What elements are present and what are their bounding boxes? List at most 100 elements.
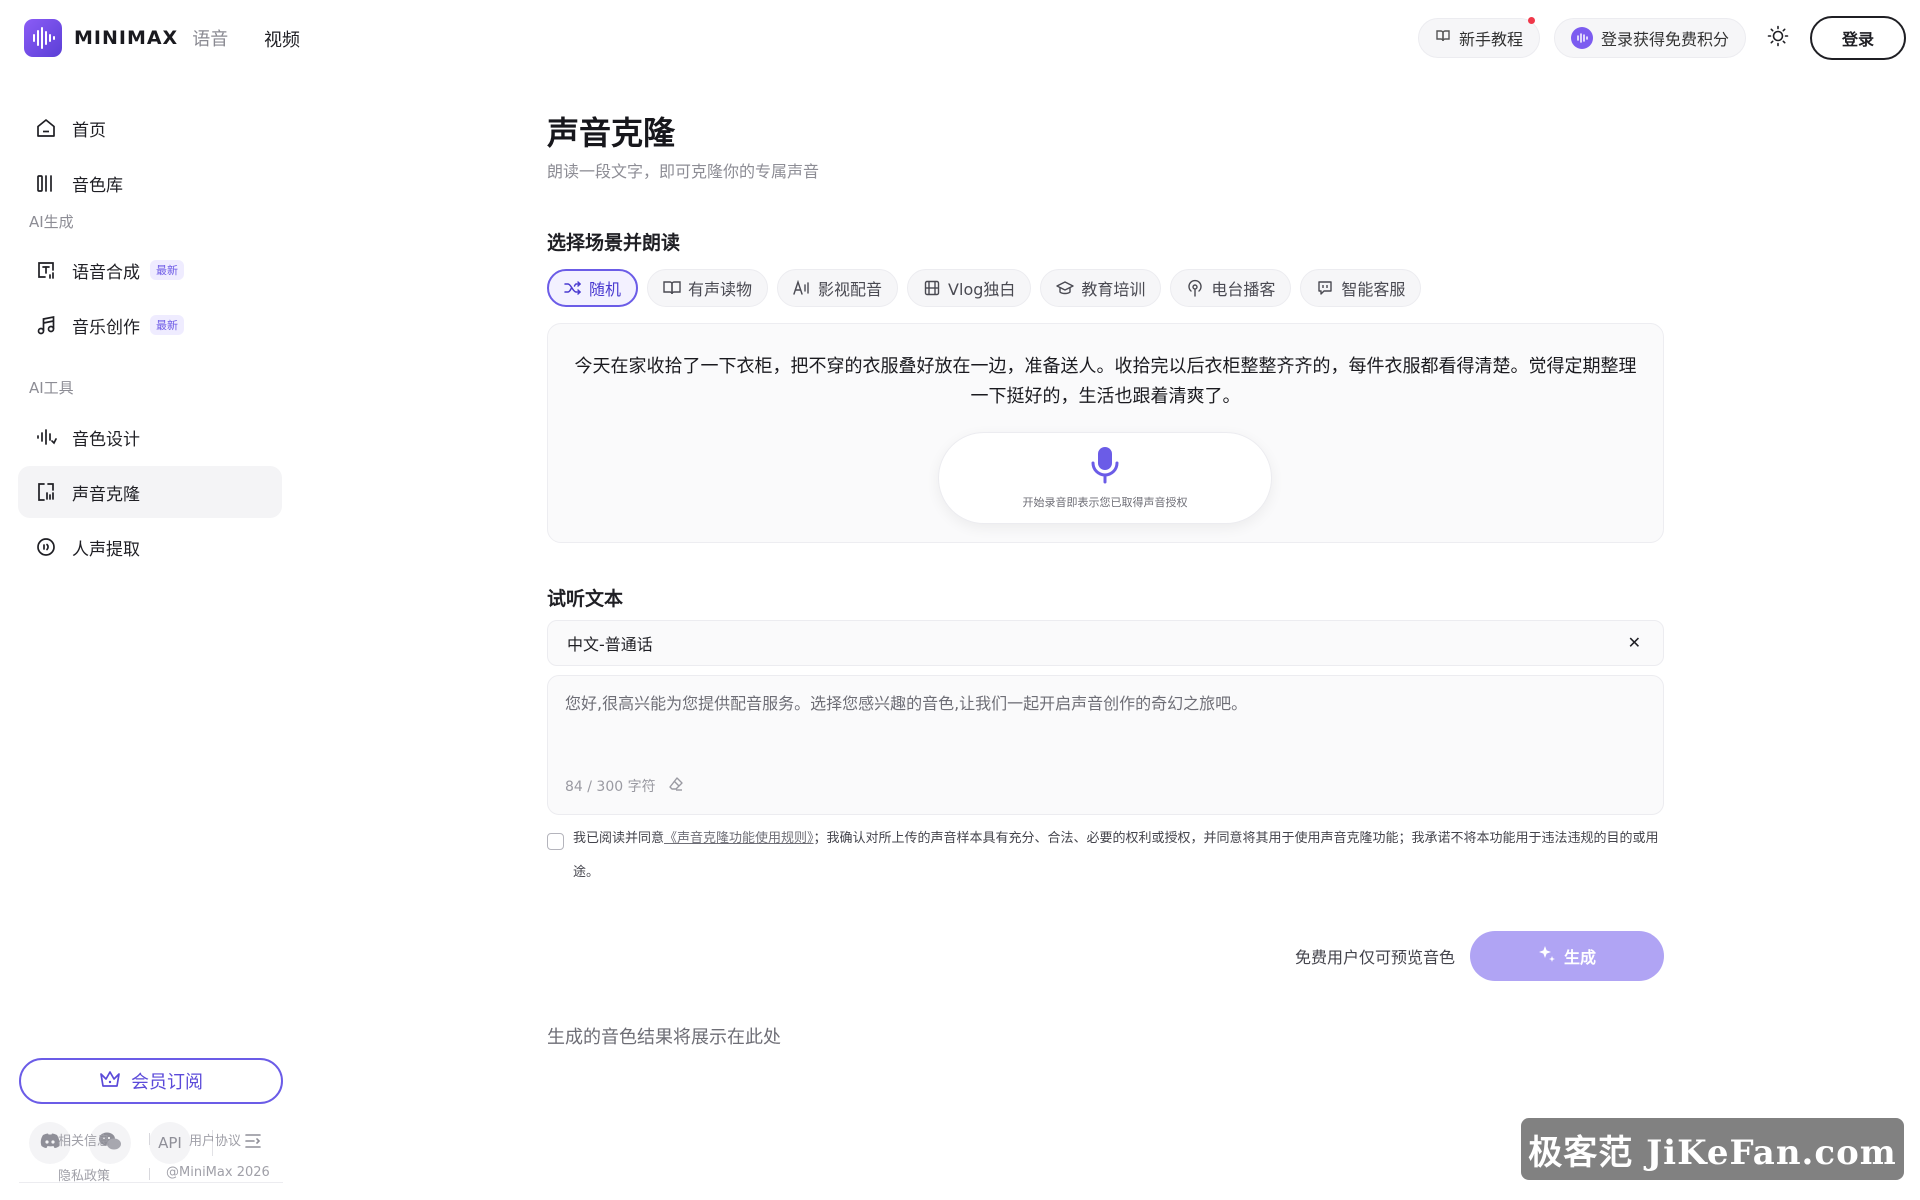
tutorial-button[interactable]: 新手教程 <box>1417 17 1540 58</box>
credits-button[interactable]: 登录获得免费积分 <box>1553 18 1746 58</box>
generate-button[interactable]: 生成 <box>1470 931 1664 981</box>
sun-icon <box>1767 25 1789 51</box>
subscribe-label: 会员订阅 <box>131 1072 203 1093</box>
page-title: 声音克隆 <box>547 114 676 152</box>
close-icon[interactable]: ✕ <box>1628 633 1641 652</box>
sidebar: 首页 音色库 AI生成 语音合成 最新 音乐创作 最新 AI工具 音色设计 声音… <box>0 78 300 1200</box>
voice-clone-icon <box>34 480 58 504</box>
language-value: 中文-普通话 <box>567 635 653 654</box>
tab-film-dubbing[interactable]: 影视配音 <box>777 269 899 307</box>
watermark: 极客范 JiKeFan.com <box>1521 1118 1904 1180</box>
sidebar-item-label: 音色库 <box>72 175 123 196</box>
tab-label: 智能客服 <box>1341 280 1406 299</box>
preview-text-area[interactable]: 您好,很高兴能为您提供配音服务。选择您感兴趣的音色,让我们一起开启声音创作的奇幻… <box>547 675 1664 815</box>
film-voice-icon <box>793 279 811 297</box>
sidebar-item-speech-synthesis[interactable]: 语音合成 最新 <box>18 244 282 296</box>
result-placeholder: 生成的音色结果将展示在此处 <box>547 1027 781 1048</box>
tab-label: 教育培训 <box>1081 280 1146 299</box>
nav-video[interactable]: 视频 <box>264 26 300 52</box>
top-bar: MINIMAX 语音 视频 新手教程 登录获得免费积分 登录 <box>0 0 1920 78</box>
sidebar-item-voice-clone[interactable]: 声音克隆 <box>18 466 282 518</box>
scene-tabs: 随机 有声读物 影视配音 Vlog独白 教育培训 电台播客 智能客服 <box>547 269 1422 307</box>
tab-audiobook[interactable]: 有声读物 <box>647 269 769 307</box>
notification-dot <box>1527 17 1535 24</box>
sidebar-item-voice-design[interactable]: 音色设计 <box>18 411 282 463</box>
footer-copyright: @MiniMax 2026 <box>166 1165 270 1180</box>
top-actions: 新手教程 登录获得免费积分 登录 <box>1417 16 1906 60</box>
new-badge: 最新 <box>150 260 184 280</box>
vocal-extract-icon <box>34 535 58 559</box>
language-select[interactable]: 中文-普通话 ✕ <box>547 620 1664 666</box>
sidebar-item-voice-library[interactable]: 音色库 <box>18 157 282 209</box>
book-icon <box>1435 28 1451 48</box>
theme-toggle[interactable] <box>1760 20 1796 56</box>
tab-vlog[interactable]: Vlog独白 <box>907 269 1032 307</box>
section-label-ai-gen: AI生成 <box>29 213 74 231</box>
sidebar-item-vocal-extract[interactable]: 人声提取 <box>18 521 282 573</box>
education-icon <box>1056 279 1075 297</box>
brand-name: MINIMAX <box>74 27 179 49</box>
api-button[interactable]: API <box>149 1122 191 1164</box>
tab-label: 有声读物 <box>688 280 753 299</box>
divider <box>149 1133 150 1145</box>
sidebar-item-label: 语音合成 <box>72 262 140 283</box>
credits-label: 登录获得免费积分 <box>1600 30 1729 49</box>
char-count: 84 / 300 字符 <box>565 779 656 795</box>
scene-section-title: 选择场景并朗读 <box>547 232 681 254</box>
sidebar-item-label: 音色设计 <box>72 429 140 450</box>
record-note: 开始录音即表示您已取得声音授权 <box>1022 496 1188 509</box>
footer-related-link[interactable]: 相关信息 <box>58 1130 110 1149</box>
tab-podcast[interactable]: 电台播客 <box>1170 269 1292 307</box>
tab-label: 影视配音 <box>818 280 883 299</box>
chat-icon <box>1316 279 1334 297</box>
preview-section-title: 试听文本 <box>547 588 624 610</box>
tab-label: 电台播客 <box>1211 280 1276 299</box>
subscribe-button[interactable]: 会员订阅 <box>19 1058 283 1104</box>
footer-terms-link[interactable]: 用户协议 <box>189 1130 241 1149</box>
logo-icon <box>24 19 62 57</box>
tab-label: Vlog独白 <box>948 280 1016 299</box>
generate-label: 生成 <box>1563 948 1596 967</box>
vlog-icon <box>923 279 941 297</box>
sidebar-item-label: 首页 <box>72 120 106 141</box>
tutorial-label: 新手教程 <box>1458 30 1523 49</box>
tab-customer-service[interactable]: 智能客服 <box>1300 269 1422 307</box>
tab-random[interactable]: 随机 <box>547 269 639 307</box>
section-label-ai-tools: AI工具 <box>29 379 74 397</box>
sidebar-item-music[interactable]: 音乐创作 最新 <box>18 299 282 351</box>
collapse-icon <box>243 1132 263 1154</box>
book-icon <box>663 279 681 297</box>
speech-synthesis-icon <box>34 258 58 282</box>
shuffle-icon <box>564 279 582 297</box>
sidebar-item-label: 音乐创作 <box>72 317 140 338</box>
page-subtitle: 朗读一段文字，即可克隆你的专属声音 <box>547 162 820 181</box>
sparkle-icon <box>1538 945 1556 967</box>
library-icon <box>34 171 58 195</box>
music-icon <box>34 313 58 337</box>
reading-text: 今天在家收拾了一下衣柜，把不穿的衣服叠好放在一边，准备送人。收拾完以后衣柜整整齐… <box>574 356 1637 407</box>
divider <box>149 1168 150 1180</box>
agree-prefix: 我已阅读并同意 <box>573 831 665 846</box>
tab-label: 随机 <box>589 280 622 299</box>
rules-link[interactable]: 《声音克隆功能使用规则》 <box>664 831 814 846</box>
record-button[interactable]: 开始录音即表示您已取得声音授权 <box>938 432 1272 524</box>
sidebar-item-label: 人声提取 <box>72 539 140 560</box>
agree-checkbox[interactable] <box>547 833 564 850</box>
logo[interactable]: MINIMAX 语音 <box>24 19 228 57</box>
voice-design-icon <box>34 425 58 449</box>
tab-education[interactable]: 教育培训 <box>1040 269 1162 307</box>
reading-card: 今天在家收拾了一下衣柜，把不穿的衣服叠好放在一边，准备送人。收拾完以后衣柜整整齐… <box>547 323 1664 543</box>
agreement-text: 我已阅读并同意《声音克隆功能使用规则》；我确认对所上传的声音样本具有充分、合法、… <box>573 822 1663 890</box>
credits-icon <box>1570 27 1593 49</box>
login-button[interactable]: 登录 <box>1810 16 1906 60</box>
microphone-icon <box>1090 446 1120 488</box>
preview-text: 您好,很高兴能为您提供配音服务。选择您感兴趣的音色,让我们一起开启声音创作的奇幻… <box>565 694 1248 713</box>
brand-sub[interactable]: 语音 <box>192 25 228 51</box>
sidebar-item-home[interactable]: 首页 <box>18 102 282 154</box>
home-icon <box>34 116 58 140</box>
new-badge: 最新 <box>150 315 184 335</box>
crown-icon <box>99 1069 121 1094</box>
eraser-icon[interactable] <box>668 776 684 796</box>
podcast-icon <box>1186 279 1204 297</box>
footer-privacy-link[interactable]: 隐私政策 <box>58 1165 110 1184</box>
